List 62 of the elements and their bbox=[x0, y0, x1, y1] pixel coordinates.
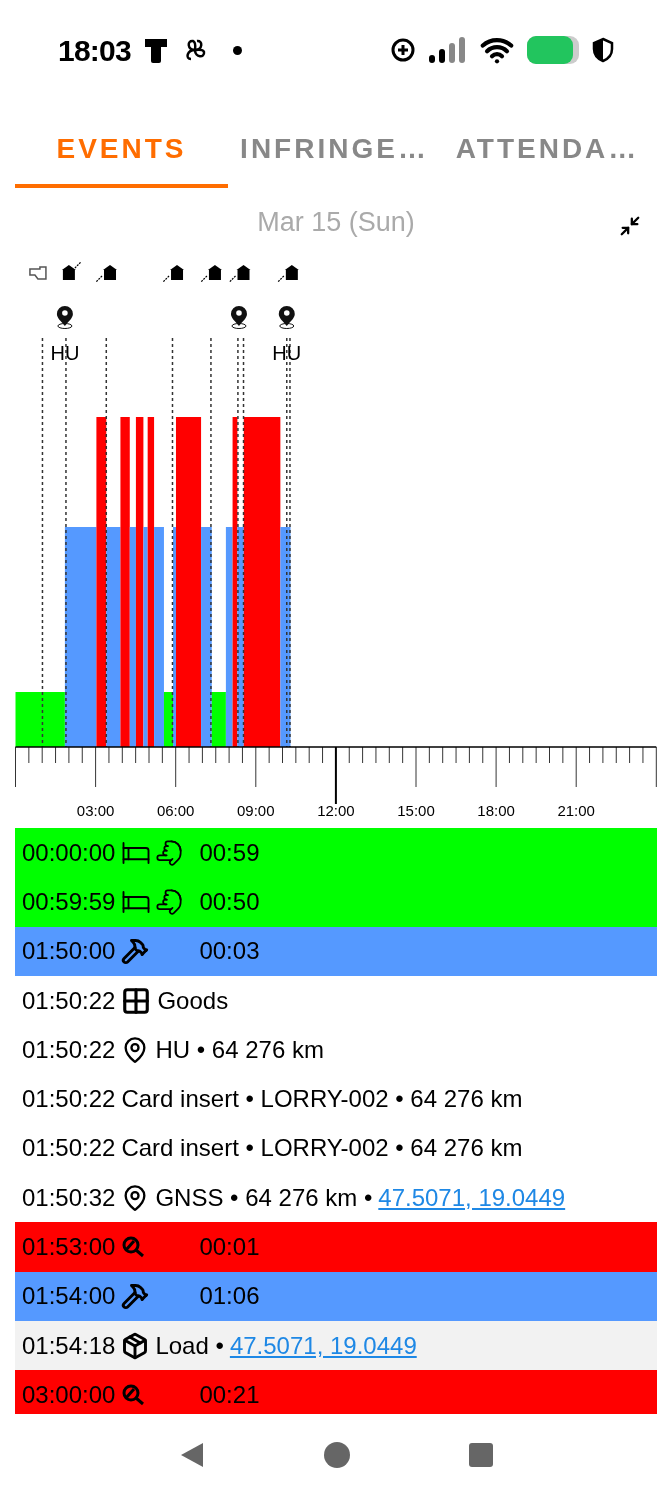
hammer-icon bbox=[121, 1282, 150, 1311]
goods-icon bbox=[121, 985, 152, 1016]
tick-label: 09:00 bbox=[237, 802, 275, 819]
map-pin-icon bbox=[278, 306, 295, 329]
date-label: Mar 15 (Sun) bbox=[257, 205, 415, 239]
country-label: HU bbox=[50, 342, 80, 364]
event-time: 01:50:32 bbox=[22, 1182, 116, 1213]
event-time: 03:00:00 bbox=[22, 1379, 116, 1410]
event-row[interactable]: 01:50:00 00:03 bbox=[15, 926, 657, 976]
battery-icon bbox=[526, 35, 580, 65]
event-duration: 00:03 bbox=[199, 936, 260, 967]
tick-label: 12:00 bbox=[317, 802, 355, 819]
shield-icon bbox=[592, 37, 614, 63]
map-pin-icon bbox=[231, 306, 247, 329]
event-duration: 00:59 bbox=[199, 837, 260, 868]
event-duration: 00:21 bbox=[199, 1379, 260, 1410]
event-duration: 01:06 bbox=[199, 1281, 260, 1312]
event-row[interactable]: 00:00:00 00:59 bbox=[15, 828, 657, 878]
tick-label: 18:00 bbox=[477, 802, 515, 819]
event-time: 01:50:22 bbox=[22, 985, 116, 1016]
package-icon bbox=[121, 1331, 150, 1360]
event-time: 01:50:22 bbox=[22, 1133, 116, 1164]
tab[interactable]: ATTENDA… bbox=[441, 114, 654, 188]
event-row[interactable]: 00:59:59 00:50 bbox=[15, 877, 657, 927]
event-row[interactable]: 01:54:00 01:06 bbox=[15, 1271, 657, 1321]
event-text: HU • 64 276 km bbox=[155, 1034, 324, 1065]
phone-icon bbox=[143, 36, 169, 64]
recents-icon[interactable] bbox=[468, 1443, 493, 1467]
tick-label: 06:00 bbox=[156, 802, 195, 819]
event-row[interactable]: 03:00:00 00:21 bbox=[15, 1370, 657, 1414]
event-time: 01:53:00 bbox=[22, 1232, 116, 1262]
event-row[interactable]: 01:53:00 00:01 bbox=[15, 1222, 657, 1272]
circle-plus-icon bbox=[390, 37, 416, 63]
collapse-button[interactable] bbox=[618, 214, 642, 238]
coordinates-link[interactable]: 47.5071, 19.0449 bbox=[378, 1179, 566, 1216]
event-duration: 00:01 bbox=[199, 1232, 260, 1262]
event-time: 01:50:00 bbox=[22, 936, 116, 967]
back-icon[interactable] bbox=[179, 1441, 206, 1469]
map-pin-icon bbox=[56, 306, 73, 329]
event-text: Card insert • LORRY-002 • 64 276 km bbox=[121, 1084, 523, 1115]
event-text: Load • bbox=[155, 1330, 224, 1361]
event-text: Goods bbox=[157, 985, 229, 1016]
event-text: Card insert • LORRY-002 • 64 276 km bbox=[121, 1133, 523, 1164]
event-text: GNSS • 64 276 km • bbox=[155, 1182, 373, 1213]
country-label: HU bbox=[272, 342, 302, 364]
tick-label: 03:00 bbox=[76, 802, 115, 819]
event-time: 01:50:22 bbox=[22, 1084, 116, 1115]
home-icon[interactable] bbox=[324, 1442, 350, 1468]
event-time: 01:54:18 bbox=[22, 1330, 116, 1361]
tick-label: 15:00 bbox=[397, 802, 435, 819]
event-duration: 00:50 bbox=[199, 886, 260, 917]
event-time: 01:54:00 bbox=[22, 1281, 116, 1312]
collapse-icon bbox=[619, 215, 641, 237]
tab[interactable]: INFRINGE… bbox=[228, 114, 441, 188]
signal-icon bbox=[428, 36, 468, 64]
clock: 18:03 bbox=[58, 32, 131, 69]
event-time: 01:50:22 bbox=[22, 1034, 116, 1065]
event-time: 00:00:00 bbox=[22, 837, 116, 868]
tick-label: 21:00 bbox=[557, 802, 595, 819]
hammer-icon bbox=[121, 937, 150, 966]
event-row[interactable]: 01:54:18 Load • 47.5071, 19.0449 bbox=[15, 1320, 657, 1371]
event-time: 00:59:59 bbox=[22, 886, 116, 917]
